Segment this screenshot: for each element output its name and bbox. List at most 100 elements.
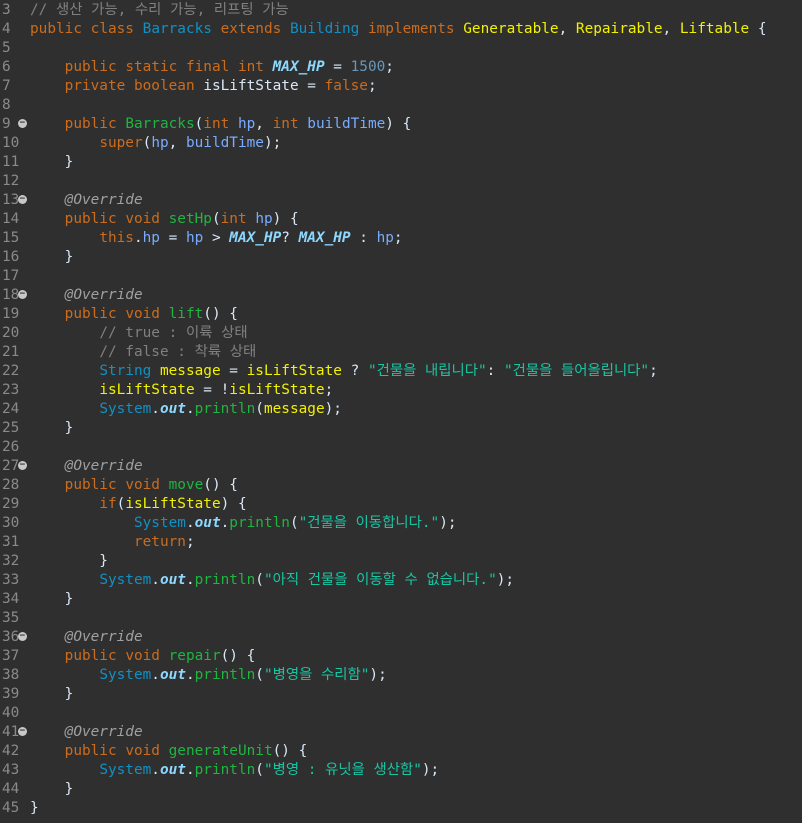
code-text[interactable]: System.out.println("건물을 이동합니다."); — [30, 514, 802, 533]
code-line[interactable]: 5 — [0, 39, 802, 58]
code-line[interactable]: 45} — [0, 799, 802, 818]
code-text[interactable]: public class Barracks extends Building i… — [30, 20, 802, 39]
line-number-label: 18 — [2, 287, 20, 303]
code-line[interactable]: 10 super(hp, buildTime); — [0, 134, 802, 153]
line-number-label: 27 — [2, 458, 20, 474]
code-line[interactable]: 29 if(isLiftState) { — [0, 495, 802, 514]
code-text[interactable]: } — [30, 153, 802, 172]
code-token: ); — [496, 572, 515, 588]
code-text[interactable]: // false : 착륙 상태 — [30, 343, 802, 362]
code-text[interactable]: System.out.println("아직 건물을 이동할 수 없습니다.")… — [30, 571, 802, 590]
code-text[interactable] — [30, 609, 802, 628]
code-text[interactable]: System.out.println("병영 : 유닛을 생산함"); — [30, 761, 802, 780]
code-line[interactable]: 14 public void setHp(int hp) { — [0, 210, 802, 229]
code-text[interactable]: @Override — [30, 457, 802, 476]
code-line[interactable]: 18− @Override — [0, 286, 802, 305]
code-text[interactable] — [30, 39, 802, 58]
code-text[interactable]: } — [30, 590, 802, 609]
code-text[interactable]: } — [30, 799, 802, 818]
code-text[interactable]: } — [30, 685, 802, 704]
code-line[interactable]: 43 System.out.println("병영 : 유닛을 생산함"); — [0, 761, 802, 780]
code-editor[interactable]: 3 // 생산 가능, 수리 가능, 리프팅 가능 4 public class Ba… — [0, 0, 802, 823]
code-token: public — [64, 211, 117, 227]
code-text[interactable]: } — [30, 780, 802, 799]
code-line[interactable]: 38 System.out.println("병영을 수리함"); — [0, 666, 802, 685]
code-text[interactable]: public Barracks(int hp, int buildTime) { — [30, 115, 802, 134]
code-text[interactable]: // true : 이륙 상태 — [30, 324, 802, 343]
code-token: ); — [263, 135, 282, 151]
code-text[interactable] — [30, 172, 802, 191]
code-line[interactable]: 28 public void move() { — [0, 476, 802, 495]
code-text[interactable] — [30, 96, 802, 115]
code-text[interactable]: return; — [30, 533, 802, 552]
code-text[interactable] — [30, 438, 802, 457]
fold-collapse-icon[interactable]: − — [18, 290, 27, 299]
code-text[interactable] — [30, 704, 802, 723]
code-text[interactable]: isLiftState = !isLiftState; — [30, 381, 802, 400]
code-line[interactable]: 39 } — [0, 685, 802, 704]
code-line[interactable]: 15 this.hp = hp > MAX_HP? MAX_HP : hp; — [0, 229, 802, 248]
code-text[interactable]: super(hp, buildTime); — [30, 134, 802, 153]
fold-collapse-icon[interactable]: − — [18, 461, 27, 470]
code-line[interactable]: 34 } — [0, 590, 802, 609]
code-line[interactable]: 30 System.out.println("건물을 이동합니다."); — [0, 514, 802, 533]
code-line[interactable]: 23 isLiftState = !isLiftState; — [0, 381, 802, 400]
code-text[interactable]: if(isLiftState) { — [30, 495, 802, 514]
code-text[interactable]: @Override — [30, 286, 802, 305]
line-number-label: 23 — [2, 382, 20, 398]
code-text[interactable]: } — [30, 552, 802, 571]
code-line[interactable]: 32 } — [0, 552, 802, 571]
code-line[interactable]: 36− @Override — [0, 628, 802, 647]
code-line[interactable]: 37 public void repair() { — [0, 647, 802, 666]
code-text[interactable]: public void move() { — [30, 476, 802, 495]
code-line[interactable]: 17 — [0, 267, 802, 286]
code-line[interactable]: 33 System.out.println("아직 건물을 이동할 수 없습니다… — [0, 571, 802, 590]
code-line[interactable]: 7 private boolean isLiftState = false; — [0, 77, 802, 96]
code-text[interactable]: @Override — [30, 191, 802, 210]
code-line[interactable]: 21 // false : 착륙 상태 — [0, 343, 802, 362]
code-text[interactable]: public static final int MAX_HP = 1500; — [30, 58, 802, 77]
code-text[interactable]: this.hp = hp > MAX_HP? MAX_HP : hp; — [30, 229, 802, 248]
fold-collapse-icon[interactable]: − — [18, 119, 27, 128]
code-line[interactable]: 24 System.out.println(message); — [0, 400, 802, 419]
code-line[interactable]: 3 // 생산 가능, 수리 가능, 리프팅 가능 — [0, 1, 802, 20]
code-line[interactable]: 16 } — [0, 248, 802, 267]
code-line[interactable]: 9− public Barracks(int hp, int buildTime… — [0, 115, 802, 134]
code-line[interactable]: 12 — [0, 172, 802, 191]
code-line[interactable]: 19 public void lift() { — [0, 305, 802, 324]
code-text[interactable]: public void repair() { — [30, 647, 802, 666]
code-line[interactable]: 13− @Override — [0, 191, 802, 210]
fold-collapse-icon[interactable]: − — [18, 632, 27, 641]
code-line[interactable]: 22 String message = isLiftState ? "건물을 내… — [0, 362, 802, 381]
code-line[interactable]: 20 // true : 이륙 상태 — [0, 324, 802, 343]
code-line[interactable]: 4 public class Barracks extends Building … — [0, 20, 802, 39]
code-line[interactable]: 26 — [0, 438, 802, 457]
code-text[interactable]: // 생산 가능, 수리 가능, 리프팅 가능 — [30, 1, 802, 20]
line-number-label: 40 — [2, 705, 20, 721]
code-text[interactable]: System.out.println(message); — [30, 400, 802, 419]
code-text[interactable]: } — [30, 419, 802, 438]
code-text[interactable]: public void generateUnit() { — [30, 742, 802, 761]
code-line[interactable]: 11 } — [0, 153, 802, 172]
code-line[interactable]: 35 — [0, 609, 802, 628]
code-text[interactable]: public void setHp(int hp) { — [30, 210, 802, 229]
code-line[interactable]: 6 public static final int MAX_HP = 1500; — [0, 58, 802, 77]
code-line[interactable]: 27− @Override — [0, 457, 802, 476]
code-text[interactable]: @Override — [30, 628, 802, 647]
code-text[interactable] — [30, 267, 802, 286]
fold-collapse-icon[interactable]: − — [18, 195, 27, 204]
code-text[interactable]: @Override — [30, 723, 802, 742]
code-text[interactable]: } — [30, 248, 802, 267]
code-text[interactable]: String message = isLiftState ? "건물을 내립니다… — [30, 362, 802, 381]
fold-collapse-icon[interactable]: − — [18, 727, 27, 736]
code-line[interactable]: 42 public void generateUnit() { — [0, 742, 802, 761]
code-line[interactable]: 41− @Override — [0, 723, 802, 742]
code-line[interactable]: 31 return; — [0, 533, 802, 552]
code-line[interactable]: 8 — [0, 96, 802, 115]
code-text[interactable]: public void lift() { — [30, 305, 802, 324]
code-text[interactable]: System.out.println("병영을 수리함"); — [30, 666, 802, 685]
code-line[interactable]: 44 } — [0, 780, 802, 799]
code-line[interactable]: 40 — [0, 704, 802, 723]
code-text[interactable]: private boolean isLiftState = false; — [30, 77, 802, 96]
code-line[interactable]: 25 } — [0, 419, 802, 438]
